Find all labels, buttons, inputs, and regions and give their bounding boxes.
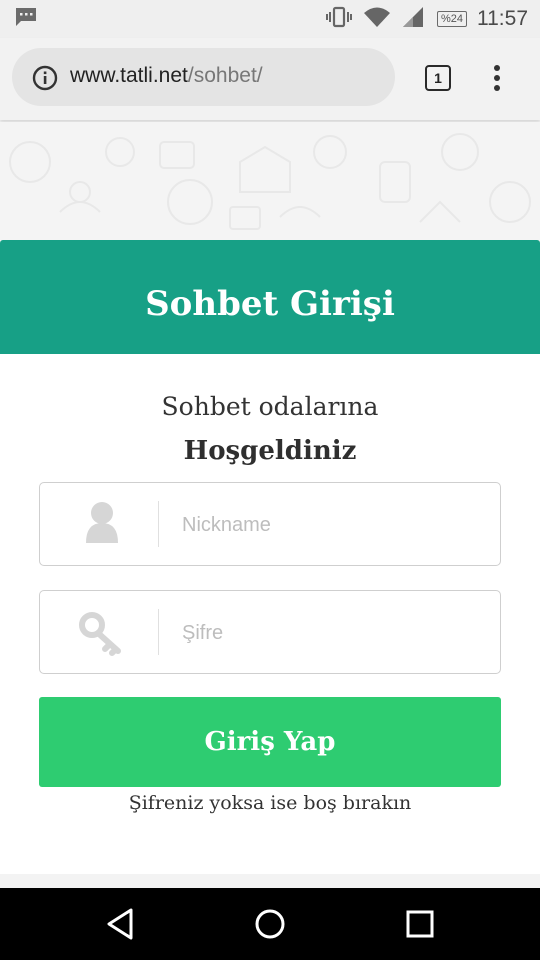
url-host: www.tatli.net	[70, 64, 188, 87]
tab-switcher-button[interactable]: 1	[425, 65, 451, 91]
address-bar[interactable]: www.tatli.net/sohbet/	[12, 48, 395, 106]
nickname-field[interactable]	[39, 482, 501, 566]
signal-icon	[401, 6, 427, 33]
nickname-input[interactable]	[180, 503, 484, 547]
user-icon	[40, 483, 158, 565]
browser-toolbar: www.tatli.net/sohbet/ 1	[0, 38, 540, 120]
url-text[interactable]: www.tatli.net/sohbet/	[70, 64, 263, 88]
login-title: Sohbet Girişi	[145, 284, 395, 324]
password-hint: Şifreniz yoksa ise boş bırakın	[128, 792, 412, 814]
recents-icon[interactable]	[404, 906, 436, 947]
navigation-bar	[0, 888, 540, 960]
login-card: Sohbet odalarına Hoşgeldiniz Giriş Yap Ş…	[0, 354, 540, 874]
info-icon[interactable]	[32, 65, 58, 96]
status-bar: %24 11:57	[0, 0, 540, 38]
key-icon	[40, 591, 158, 673]
status-time: 11:57	[477, 7, 528, 30]
password-input[interactable]	[180, 611, 484, 655]
battery-icon: %24	[436, 11, 467, 27]
back-icon[interactable]	[105, 906, 137, 947]
overflow-menu-icon[interactable]	[492, 65, 502, 93]
wifi-icon	[363, 6, 391, 33]
field-divider	[158, 501, 159, 547]
password-field[interactable]	[39, 590, 501, 674]
login-header: Sohbet Girişi	[0, 240, 540, 354]
message-icon	[14, 6, 38, 33]
vibrate-icon	[325, 6, 353, 33]
home-icon[interactable]	[252, 906, 288, 947]
welcome-heading: Hoşgeldiniz	[183, 436, 357, 466]
url-path: /sohbet/	[187, 64, 263, 87]
welcome-text: Sohbet odalarına	[161, 392, 379, 421]
field-divider	[158, 609, 159, 655]
doodle-background	[0, 122, 540, 240]
login-button[interactable]: Giriş Yap	[39, 697, 501, 787]
